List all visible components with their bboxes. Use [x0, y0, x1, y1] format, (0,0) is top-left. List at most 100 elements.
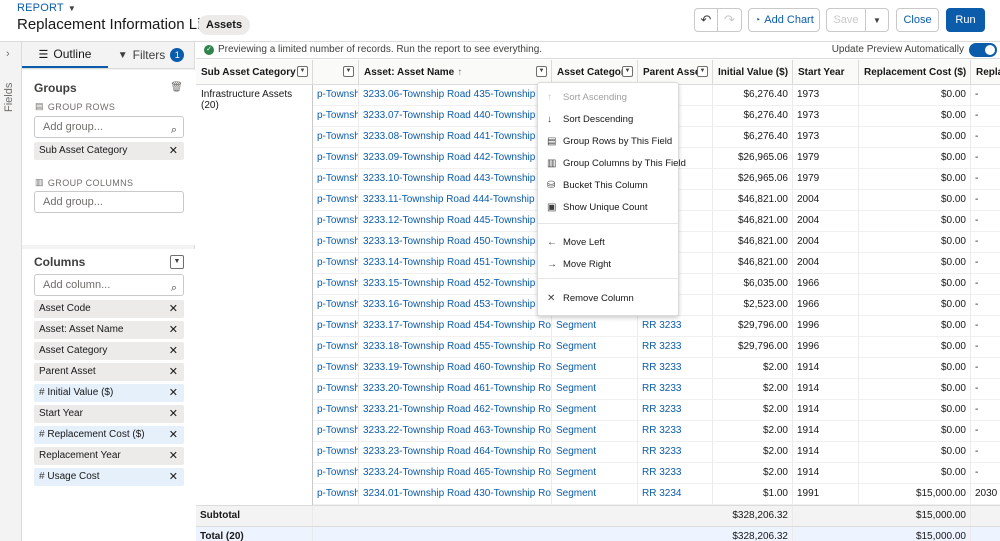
- remove-icon[interactable]: ✕: [169, 321, 178, 339]
- cell-parent-asset[interactable]: RR 3234: [638, 484, 713, 505]
- group-row-chip[interactable]: Sub Asset Category ✕: [34, 142, 184, 160]
- cell-asset-name[interactable]: 3233.20-Township Road 461-Township Road …: [359, 379, 552, 400]
- close-button[interactable]: Close: [896, 8, 939, 32]
- cell-asset-code[interactable]: p-Township: [313, 148, 359, 169]
- run-button[interactable]: Run: [946, 8, 985, 32]
- cell-asset-category[interactable]: Segment: [552, 400, 638, 421]
- menu-item-remove-column[interactable]: ✕ Remove Column: [538, 288, 680, 310]
- cell-asset-name[interactable]: 3233.23-Township Road 464-Township Road …: [359, 442, 552, 463]
- cell-asset-category[interactable]: Segment: [552, 316, 638, 337]
- column-chip[interactable]: Replacement Year ✕: [34, 447, 184, 465]
- cell-asset-code[interactable]: p-Township: [313, 484, 359, 505]
- cell-asset-code[interactable]: p-Township: [313, 232, 359, 253]
- chevron-down-icon[interactable]: ▼: [697, 66, 708, 77]
- col-header-start-year[interactable]: Start Year: [793, 60, 859, 85]
- cell-asset-code[interactable]: p-Township: [313, 190, 359, 211]
- cell-asset-category[interactable]: Segment: [552, 358, 638, 379]
- menu-item-move-right[interactable]: → Move Right: [538, 254, 680, 276]
- remove-icon[interactable]: ✕: [169, 405, 178, 423]
- menu-item-group-columns-by-field[interactable]: ▥ Group Columns by This Field: [538, 153, 686, 175]
- chevron-down-icon[interactable]: ▼: [343, 66, 354, 77]
- cell-asset-code[interactable]: p-Township: [313, 442, 359, 463]
- cell-asset-name[interactable]: 3234.01-Township Road 430-Township Road …: [359, 484, 552, 505]
- cell-asset-name[interactable]: 3233.18-Township Road 455-Township Road …: [359, 337, 552, 358]
- menu-item-move-left[interactable]: ← Move Left: [538, 232, 680, 254]
- cell-asset-name[interactable]: 3233.11-Township Road 444-Township Road …: [359, 190, 552, 211]
- cell-asset-code[interactable]: p-Township: [313, 85, 359, 106]
- save-options-button[interactable]: ▼: [866, 8, 889, 32]
- col-header-sub-asset-category[interactable]: Sub Asset Category↑ ▼: [196, 60, 313, 85]
- chevron-down-icon[interactable]: ▼: [297, 66, 308, 77]
- cell-asset-name[interactable]: 3233.22-Township Road 463-Township Road …: [359, 421, 552, 442]
- cell-asset-name[interactable]: 3233.21-Township Road 462-Township Road …: [359, 400, 552, 421]
- cell-asset-code[interactable]: p-Township: [313, 400, 359, 421]
- cell-asset-name[interactable]: 3233.24-Township Road 465-Township Road …: [359, 463, 552, 484]
- column-chip[interactable]: Asset Code ✕: [34, 300, 184, 318]
- report-type-menu[interactable]: REPORT ▼: [17, 2, 76, 14]
- remove-icon[interactable]: ✕: [169, 447, 178, 465]
- cell-parent-asset[interactable]: RR 3233: [638, 379, 713, 400]
- cell-asset-name[interactable]: 3233.08-Township Road 441-Township Road …: [359, 127, 552, 148]
- column-chip[interactable]: Start Year ✕: [34, 405, 184, 423]
- cell-asset-category[interactable]: Segment: [552, 463, 638, 484]
- tab-filters[interactable]: ▼ Filters 1: [108, 42, 194, 68]
- undo-button[interactable]: ↶: [694, 8, 718, 32]
- cell-asset-name[interactable]: 3233.10-Township Road 443-Township Road …: [359, 169, 552, 190]
- add-column-input[interactable]: Add column... ⌕: [34, 274, 184, 296]
- cell-asset-code[interactable]: p-Township: [313, 127, 359, 148]
- menu-item-sort-ascending[interactable]: ↑ Sort Ascending: [538, 87, 680, 109]
- cell-asset-category[interactable]: Segment: [552, 484, 638, 505]
- cell-parent-asset[interactable]: RR 3233: [638, 442, 713, 463]
- add-chart-button[interactable]: ◔ Add Chart: [748, 8, 820, 32]
- cell-asset-category[interactable]: Segment: [552, 337, 638, 358]
- cell-parent-asset[interactable]: RR 3233: [638, 316, 713, 337]
- redo-button[interactable]: ↷: [718, 8, 742, 32]
- column-chip[interactable]: Asset: Asset Name ✕: [34, 321, 184, 339]
- cell-asset-name[interactable]: 3233.19-Township Road 460-Township Road …: [359, 358, 552, 379]
- col-header-asset-name[interactable]: Asset: Asset Name ↑ ▼: [359, 60, 552, 85]
- add-group-rows-input[interactable]: Add group... ⌕: [34, 116, 184, 138]
- column-chip[interactable]: Parent Asset ✕: [34, 363, 184, 381]
- chevron-down-icon[interactable]: ▼: [536, 66, 547, 77]
- cell-asset-name[interactable]: 3233.09-Township Road 442-Township Road …: [359, 148, 552, 169]
- cell-asset-code[interactable]: p-Township: [313, 253, 359, 274]
- cell-asset-code[interactable]: p-Township: [313, 421, 359, 442]
- remove-icon[interactable]: ✕: [169, 384, 178, 402]
- update-preview-toggle[interactable]: [969, 43, 997, 57]
- cell-parent-asset[interactable]: RR 3233: [638, 463, 713, 484]
- save-button[interactable]: Save: [826, 8, 866, 32]
- cell-asset-code[interactable]: p-Township: [313, 337, 359, 358]
- remove-icon[interactable]: ✕: [169, 468, 178, 486]
- menu-item-show-unique-count[interactable]: ▣ Show Unique Count: [538, 197, 680, 219]
- cell-asset-name[interactable]: 3233.07-Township Road 440-Township Road …: [359, 106, 552, 127]
- cell-parent-asset[interactable]: RR 3233: [638, 337, 713, 358]
- cell-asset-code[interactable]: p-Township: [313, 316, 359, 337]
- cell-asset-name[interactable]: 3233.06-Township Road 435-Township Road …: [359, 85, 552, 106]
- cell-asset-name[interactable]: 3233.17-Township Road 454-Township Road …: [359, 316, 552, 337]
- menu-item-group-rows-by-field[interactable]: ▤ Group Rows by This Field: [538, 131, 680, 153]
- cell-asset-code[interactable]: p-Township: [313, 379, 359, 400]
- cell-asset-name[interactable]: 3233.15-Township Road 452-Township Road …: [359, 274, 552, 295]
- col-header-asset-code[interactable]: ▼: [313, 60, 359, 85]
- fields-rail[interactable]: › Fields: [0, 42, 22, 541]
- column-chip[interactable]: Asset Category ✕: [34, 342, 184, 360]
- remove-icon[interactable]: ✕: [169, 142, 178, 160]
- cell-asset-code[interactable]: p-Township: [313, 358, 359, 379]
- remove-icon[interactable]: ✕: [169, 342, 178, 360]
- cell-asset-name[interactable]: 3233.14-Township Road 451-Township Road …: [359, 253, 552, 274]
- menu-item-bucket-column[interactable]: ⛁ Bucket This Column: [538, 175, 680, 197]
- remove-icon[interactable]: ✕: [169, 363, 178, 381]
- cell-asset-name[interactable]: 3233.13-Township Road 450-Township Road …: [359, 232, 552, 253]
- column-chip[interactable]: # Replacement Cost ($) ✕: [34, 426, 184, 444]
- col-header-replacement-year[interactable]: Replac: [971, 60, 1000, 85]
- cell-parent-asset[interactable]: RR 3233: [638, 400, 713, 421]
- cell-asset-code[interactable]: p-Township: [313, 211, 359, 232]
- cell-parent-asset[interactable]: RR 3233: [638, 358, 713, 379]
- cell-asset-code[interactable]: p-Township: [313, 106, 359, 127]
- chevron-right-icon[interactable]: ›: [6, 48, 10, 60]
- chevron-down-icon[interactable]: ▼: [170, 255, 184, 269]
- chevron-down-icon[interactable]: ▼: [622, 66, 633, 77]
- cell-asset-code[interactable]: p-Township: [313, 463, 359, 484]
- cell-asset-code[interactable]: p-Township: [313, 274, 359, 295]
- menu-item-sort-descending[interactable]: ↓ Sort Descending: [538, 109, 680, 131]
